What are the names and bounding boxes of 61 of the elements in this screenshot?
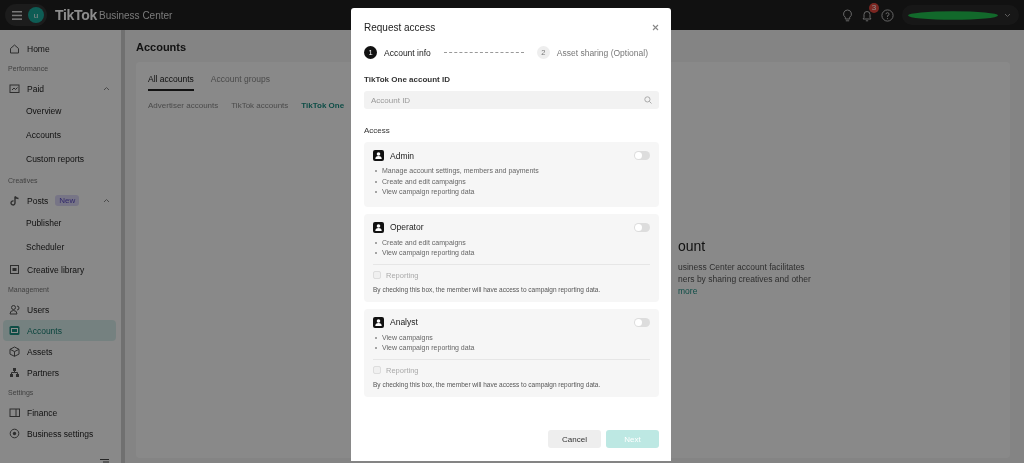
field-label: TikTok One account ID xyxy=(364,75,451,84)
sidebar-item[interactable]: Paid xyxy=(3,78,116,99)
role-name: Analyst xyxy=(390,317,418,327)
sidebar-subitem[interactable]: Custom reports xyxy=(3,147,116,171)
section-label: Access xyxy=(364,126,391,135)
sidebar-item[interactable]: Business settings xyxy=(3,423,116,444)
card-icon xyxy=(9,325,20,336)
cube-icon xyxy=(9,346,20,357)
cancel-button[interactable]: Cancel xyxy=(548,430,601,448)
sidebar-item[interactable]: Creative library xyxy=(3,259,116,280)
product-name: Business Center xyxy=(99,9,173,21)
sidebar-subitem[interactable]: Scheduler xyxy=(3,235,116,259)
toggle-switch[interactable] xyxy=(634,222,650,232)
close-icon xyxy=(652,23,659,31)
page-title: Accounts xyxy=(136,41,187,53)
empty-state-title: ount xyxy=(678,238,707,254)
tab[interactable]: All accounts xyxy=(148,74,194,91)
logo: TikTok xyxy=(55,7,98,23)
menu-icon xyxy=(12,10,22,20)
chevron-down-icon xyxy=(1004,12,1011,18)
account-switcher[interactable] xyxy=(902,5,1019,25)
sidebar-item[interactable]: Assets xyxy=(3,341,116,362)
search-field[interactable]: Account ID xyxy=(364,91,659,109)
network-icon xyxy=(9,367,20,378)
empty-state-text: ners by sharing creatives and other xyxy=(678,274,812,284)
gear-icon xyxy=(9,428,20,439)
dialog-title: Request access xyxy=(364,21,436,33)
toggle-switch[interactable] xyxy=(634,317,650,327)
sidebar-subitem[interactable]: Publisher xyxy=(3,211,116,235)
chart-icon xyxy=(9,83,20,94)
home-icon xyxy=(9,43,20,54)
role-name: Admin xyxy=(390,150,415,161)
note-icon xyxy=(9,195,20,206)
avatar: u xyxy=(28,7,44,23)
empty-state-text: usiness Center account facilitates xyxy=(678,262,806,272)
help-icon[interactable] xyxy=(881,8,894,22)
sidebar-item[interactable]: Accounts xyxy=(3,320,116,341)
bell-icon[interactable] xyxy=(861,8,873,22)
sidebar-item[interactable]: Posts New xyxy=(3,190,116,211)
image-icon xyxy=(9,264,20,275)
close-button[interactable] xyxy=(652,23,659,31)
learn-more-link[interactable]: more xyxy=(678,286,998,296)
new-badge: New xyxy=(55,195,80,206)
sidebar-item[interactable]: Partners xyxy=(3,362,116,383)
sidebar-item[interactable]: Home xyxy=(3,38,116,59)
users-icon xyxy=(9,304,20,315)
search-icon xyxy=(644,96,652,104)
sidebar-subitem[interactable]: Accounts xyxy=(3,123,116,147)
sidebar-item[interactable]: Users xyxy=(3,299,116,320)
sidebar-item[interactable]: Finance xyxy=(3,402,116,423)
toggle-switch[interactable] xyxy=(634,151,650,160)
step-label: Asset sharing (Optional) xyxy=(556,47,648,58)
user-icon xyxy=(373,316,384,328)
step-label: Account info xyxy=(384,47,431,58)
user-icon xyxy=(373,221,384,233)
user-icon xyxy=(373,150,384,161)
sidebar-subitem[interactable]: Overview xyxy=(3,99,116,123)
role-name: Operator xyxy=(390,222,424,232)
lightbulb-icon[interactable] xyxy=(842,8,853,22)
notification-badge: 3 xyxy=(869,2,879,13)
filter-tab[interactable]: TikTok One xyxy=(301,101,345,110)
